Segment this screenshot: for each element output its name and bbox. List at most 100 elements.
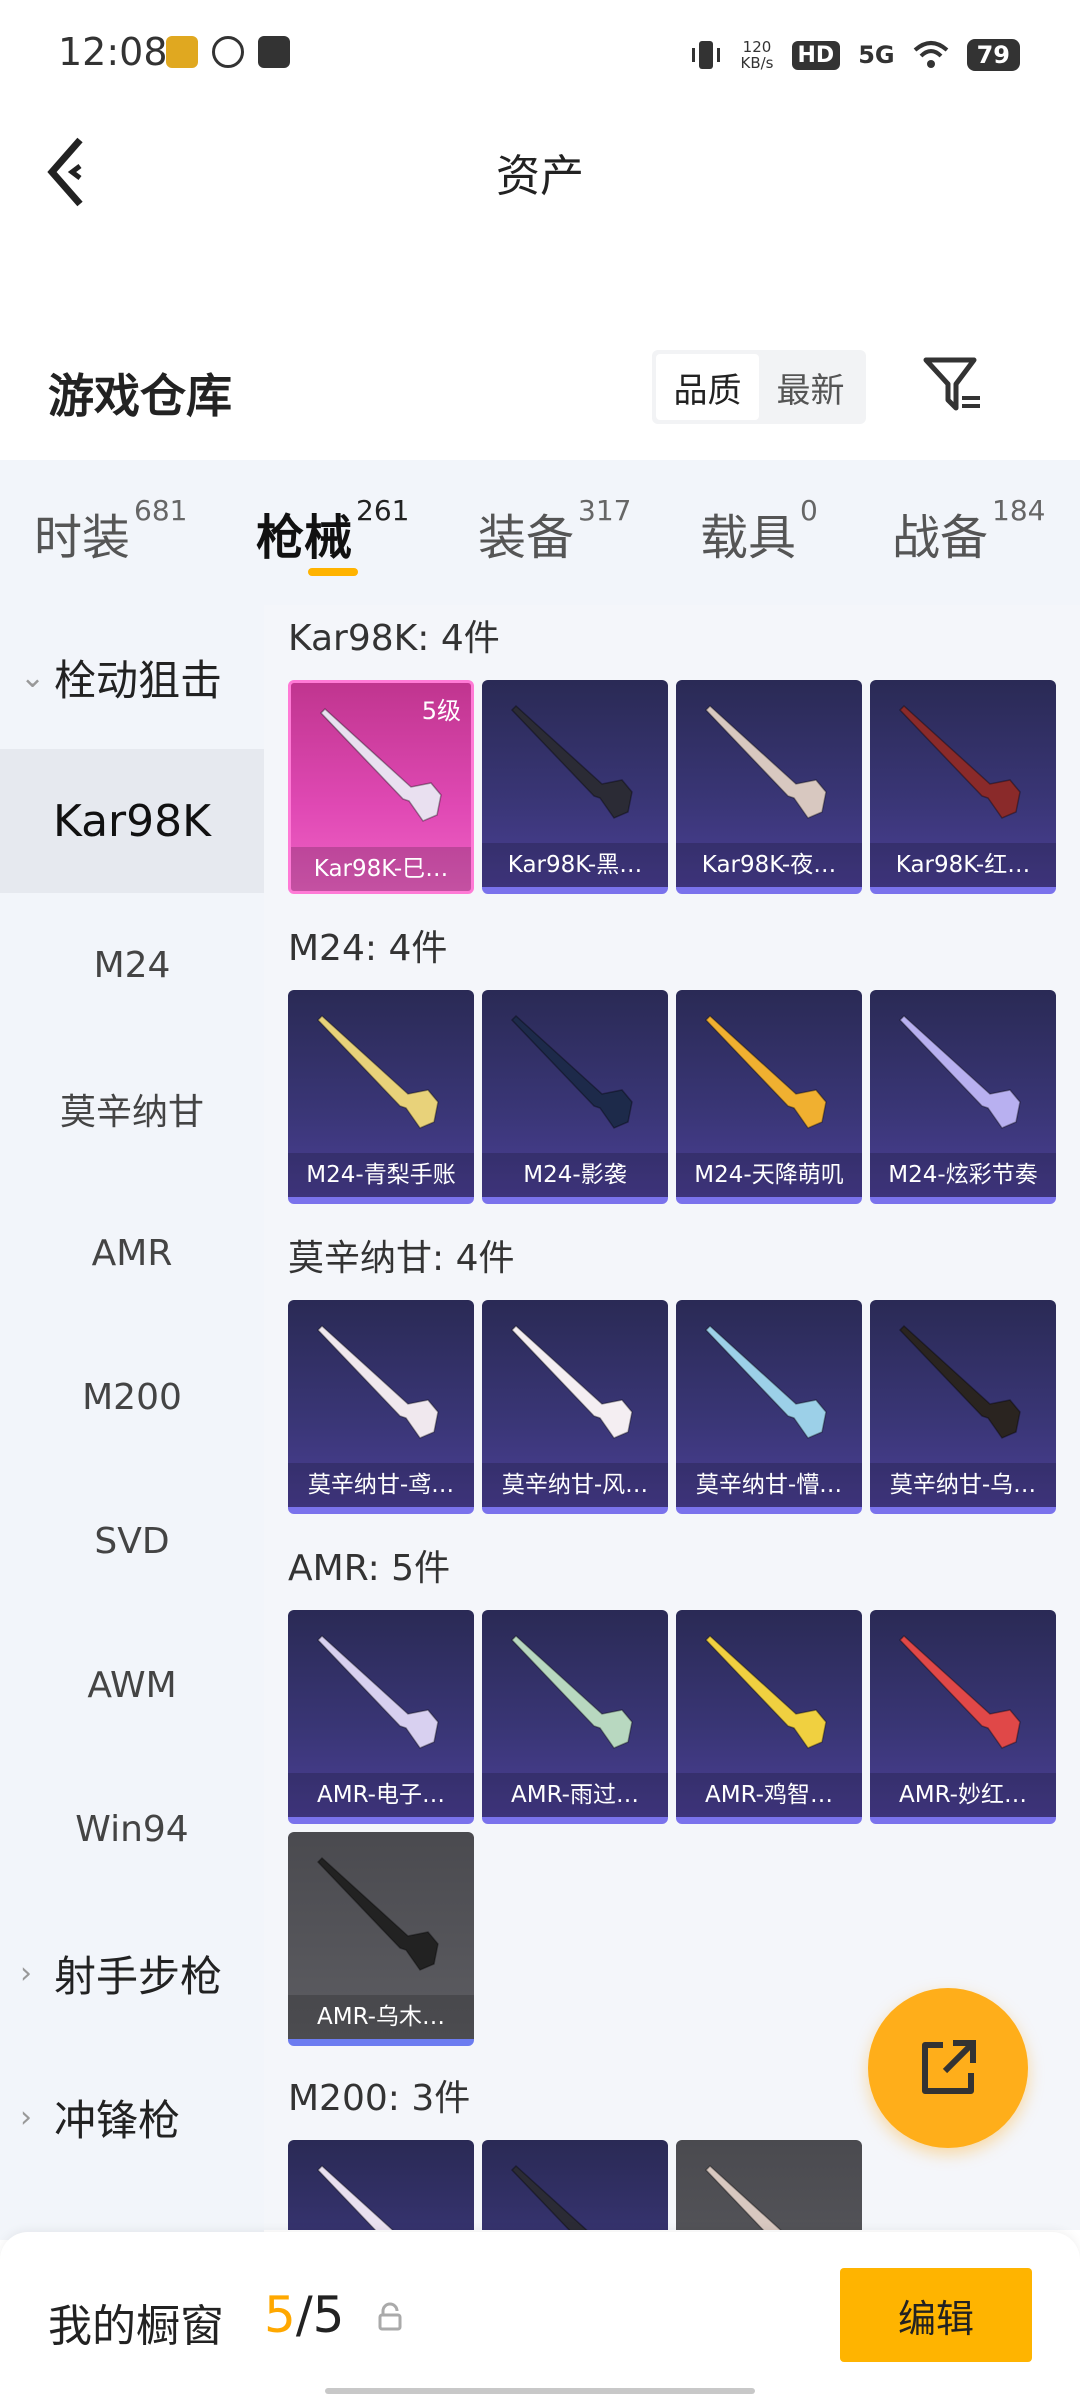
sidebar-item-amr[interactable]: AMR bbox=[0, 1181, 264, 1325]
skin-name: M24-青梨手账 bbox=[288, 1153, 474, 1197]
group-label-mosin: 莫辛纳甘: 4件 bbox=[288, 1238, 515, 1279]
status-bar: 12:08 120 KB/s HD 5G 79 bbox=[0, 0, 1080, 110]
app-notification-icon bbox=[166, 36, 198, 68]
page-title: 资产 bbox=[496, 151, 584, 202]
active-tab-indicator bbox=[308, 568, 358, 576]
rifle-icon bbox=[898, 704, 1021, 819]
skin-name: Kar98K-黑… bbox=[482, 843, 668, 887]
skin-card[interactable]: 5级 Kar98K-巳… bbox=[288, 680, 474, 894]
level-badge: 5级 bbox=[421, 697, 461, 725]
rifle-icon bbox=[510, 2164, 588, 2230]
section-title: 游戏仓库 bbox=[48, 369, 232, 423]
tab-fashion[interactable]: 时装 681 bbox=[34, 494, 187, 568]
status-time: 12:08 bbox=[58, 30, 168, 74]
share-external-icon bbox=[922, 2040, 976, 2094]
sidebar-item-m200[interactable]: M200 bbox=[0, 1325, 264, 1469]
skin-card[interactable]: AMR-电子… bbox=[288, 1610, 474, 1824]
sort-option-quality[interactable]: 品质 bbox=[656, 354, 759, 420]
skin-card[interactable] bbox=[288, 2140, 474, 2230]
rifle-icon bbox=[510, 1324, 633, 1439]
rifle-icon bbox=[510, 1014, 633, 1129]
tab-equipment[interactable]: 装备 317 bbox=[478, 494, 631, 568]
sidebar-group-marksman[interactable]: › 射手步枪 bbox=[0, 1901, 264, 2045]
chevron-down-icon: ⌄ bbox=[20, 659, 46, 695]
skin-card[interactable]: M24-青梨手账 bbox=[288, 990, 474, 1204]
skin-card[interactable] bbox=[676, 2140, 862, 2230]
edit-button[interactable]: 编辑 bbox=[840, 2268, 1032, 2362]
tab-guns[interactable]: 枪械 261 bbox=[256, 494, 409, 568]
tab-vehicles[interactable]: 载具 0 bbox=[700, 494, 818, 568]
skin-name: M24-炫彩节奏 bbox=[870, 1153, 1056, 1197]
skin-card[interactable] bbox=[482, 2140, 668, 2230]
skin-name: 莫辛纳甘-风… bbox=[482, 1463, 668, 1507]
sidebar-item-m24[interactable]: M24 bbox=[0, 893, 264, 1037]
rifle-icon bbox=[898, 1324, 1021, 1439]
showcase-label: 我的橱窗 bbox=[48, 2301, 224, 2352]
skin-card[interactable]: AMR-雨过… bbox=[482, 1610, 668, 1824]
skin-grid: Kar98K: 4件 5级 Kar98K-巳… Kar98K-黑… Kar98K-… bbox=[264, 605, 1080, 2230]
group-label-m200: M200: 3件 bbox=[288, 2078, 471, 2119]
sidebar-group-bolt-action[interactable]: ⌄ 栓动狙击 bbox=[0, 605, 264, 749]
sort-option-latest[interactable]: 最新 bbox=[759, 354, 862, 420]
skin-name: Kar98K-红… bbox=[870, 843, 1056, 887]
tab-supplies[interactable]: 战备 184 bbox=[892, 494, 1045, 568]
skin-card[interactable]: M24-天降萌叽 bbox=[676, 990, 862, 1204]
skin-card[interactable]: Kar98K-夜… bbox=[676, 680, 862, 894]
lock-icon bbox=[378, 2302, 402, 2331]
home-indicator[interactable] bbox=[325, 2388, 755, 2394]
skin-name: M24-天降萌叽 bbox=[676, 1153, 862, 1197]
filter-button[interactable] bbox=[920, 352, 986, 418]
share-button[interactable] bbox=[868, 1988, 1028, 2148]
rifle-icon bbox=[316, 1634, 439, 1749]
sort-toggle[interactable]: 品质 最新 bbox=[652, 350, 866, 424]
skin-name: 莫辛纳甘-鸢… bbox=[288, 1463, 474, 1507]
skin-card[interactable]: M24-炫彩节奏 bbox=[870, 990, 1056, 1204]
skin-card[interactable]: Kar98K-黑… bbox=[482, 680, 668, 894]
skin-name: Kar98K-夜… bbox=[676, 843, 862, 887]
sidebar-item-svd[interactable]: SVD bbox=[0, 1469, 264, 1613]
chevron-right-icon: › bbox=[20, 2099, 32, 2135]
rifle-icon bbox=[316, 1014, 439, 1129]
group-label-m24: M24: 4件 bbox=[288, 928, 448, 969]
skin-name: AMR-鸡智… bbox=[676, 1773, 862, 1817]
skin-name: M24-影袭 bbox=[482, 1153, 668, 1197]
group-label-amr: AMR: 5件 bbox=[288, 1548, 451, 1589]
rifle-icon bbox=[704, 1324, 827, 1439]
skin-card[interactable]: 莫辛纳甘-风… bbox=[482, 1300, 668, 1514]
status-indicators: 120 KB/s HD 5G 79 bbox=[689, 30, 1020, 80]
group-label-kar98k: Kar98K: 4件 bbox=[288, 618, 500, 659]
rifle-icon bbox=[898, 1634, 1021, 1749]
skin-name: 莫辛纳甘-乌… bbox=[870, 1463, 1056, 1507]
sidebar-item-win94[interactable]: Win94 bbox=[0, 1757, 264, 1901]
signal-5g: 5G bbox=[858, 41, 895, 69]
wifi-icon bbox=[913, 41, 948, 68]
showcase-count: 5/5 bbox=[264, 2286, 345, 2344]
skin-name: AMR-电子… bbox=[288, 1773, 474, 1817]
sidebar-item-awm[interactable]: AWM bbox=[0, 1613, 264, 1757]
skin-card[interactable]: AMR-乌木… bbox=[288, 1832, 474, 2046]
skin-card[interactable]: AMR-妙红… bbox=[870, 1610, 1056, 1824]
rifle-icon bbox=[316, 2164, 394, 2230]
skin-name: AMR-妙红… bbox=[870, 1773, 1056, 1817]
sidebar-group-smg[interactable]: › 冲锋枪 bbox=[0, 2045, 264, 2189]
filter-icon bbox=[923, 357, 980, 411]
rifle-icon bbox=[510, 1634, 633, 1749]
rifle-icon bbox=[898, 1014, 1021, 1129]
rifle-icon bbox=[510, 704, 633, 819]
sidebar-item-kar98k[interactable]: Kar98K bbox=[0, 749, 264, 893]
skin-card[interactable]: Kar98K-红… bbox=[870, 680, 1056, 894]
skin-card[interactable]: AMR-鸡智… bbox=[676, 1610, 862, 1824]
skin-card[interactable]: M24-影袭 bbox=[482, 990, 668, 1204]
chevron-right-icon: › bbox=[20, 1955, 32, 1991]
skin-card[interactable]: 莫辛纳甘-懵… bbox=[676, 1300, 862, 1514]
rifle-icon bbox=[316, 1324, 439, 1439]
skin-card[interactable]: 莫辛纳甘-乌… bbox=[870, 1300, 1056, 1514]
rifle-icon bbox=[704, 2164, 782, 2230]
sidebar-item-mosin[interactable]: 莫辛纳甘 bbox=[0, 1037, 264, 1181]
rifle-icon bbox=[704, 1014, 827, 1129]
rifle-icon bbox=[316, 1856, 439, 1971]
weapon-type-sidebar: ⌄ 栓动狙击 Kar98K M24 莫辛纳甘 AMR M200 SVD AWM W… bbox=[0, 605, 264, 2240]
skin-name: AMR-雨过… bbox=[482, 1773, 668, 1817]
skin-card[interactable]: 莫辛纳甘-鸢… bbox=[288, 1300, 474, 1514]
rifle-icon bbox=[704, 1634, 827, 1749]
